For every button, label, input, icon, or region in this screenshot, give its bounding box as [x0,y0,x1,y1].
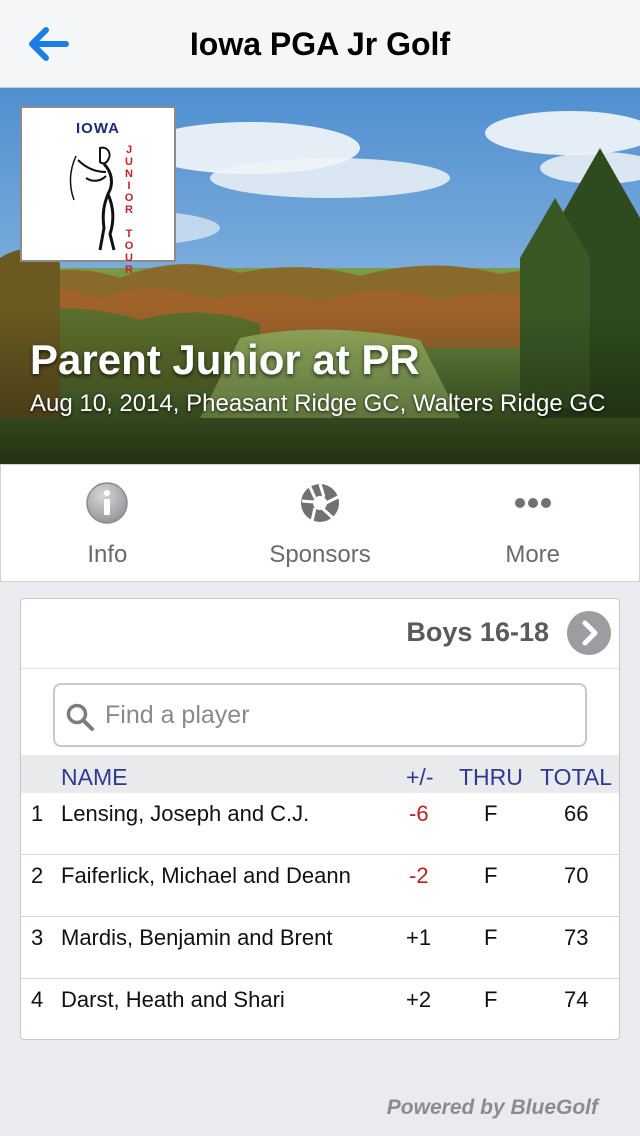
row-thru: F [484,987,498,1012]
row-total: 73 [564,925,589,950]
search-input[interactable] [105,693,575,737]
row-position: 3 [31,925,44,950]
logo-junior-tour-text: JUNIOR TOUR [124,144,134,276]
search-icon [66,703,94,731]
tab-info-label: Info [87,541,128,568]
row-to-par: -2 [409,863,429,888]
powered-by-text[interactable]: Powered by BlueGolf [387,1096,598,1120]
row-position: 1 [31,801,44,826]
row-to-par: -6 [409,801,429,826]
table-row[interactable]: 1 Lensing, Joseph and C.J. -6 F 66 [21,793,619,855]
row-total: 74 [564,987,589,1012]
row-thru: F [484,801,498,826]
table-row[interactable]: 4 Darst, Heath and Shari +2 F 74 [21,979,619,1039]
row-player-name: Lensing, Joseph and C.J. [61,801,310,826]
tab-more-label: More [505,541,561,568]
tab-more[interactable]: More [426,465,639,581]
logo-iowa-text: IOWA [76,120,120,137]
col-to-par[interactable]: +/- [406,764,433,791]
nav-bar: Iowa PGA Jr Golf [0,0,640,88]
col-thru[interactable]: THRU [459,764,523,791]
aperture-icon [301,483,339,522]
col-total[interactable]: TOTAL [540,764,612,791]
row-player-name: Faiferlick, Michael and Deann [61,863,351,888]
info-icon [86,482,129,524]
leaderboard-card: Boys 16-18 NAME +/- THRU TOTAL 1 Lensing… [20,598,620,1040]
row-position: 4 [31,987,44,1012]
tab-sponsors[interactable]: Sponsors [214,465,427,581]
table-header: NAME +/- THRU TOTAL [21,755,619,793]
row-player-name: Darst, Heath and Shari [61,987,285,1012]
division-label: Boys 16-18 [406,617,549,647]
row-total: 66 [564,801,589,826]
player-search[interactable] [53,683,587,747]
table-row[interactable]: 3 Mardis, Benjamin and Brent +1 F 73 [21,917,619,979]
tour-logo: IOWA JUNIOR TOUR [20,106,176,276]
row-position: 2 [31,863,44,888]
event-hero: IOWA JUNIOR TOUR Parent Junior at PR Aug… [0,88,640,464]
more-dots-icon [514,498,551,508]
col-name[interactable]: NAME [61,764,127,791]
chevron-right-icon[interactable] [567,611,611,655]
tab-info[interactable]: Info [1,465,214,581]
row-total: 70 [564,863,589,888]
table-row[interactable]: 2 Faiferlick, Michael and Deann -2 F 70 [21,855,619,917]
row-to-par: +1 [406,925,432,950]
tab-sponsors-label: Sponsors [269,541,371,568]
row-thru: F [484,863,498,888]
event-subtitle: Aug 10, 2014, Pheasant Ridge GC, Walters… [30,390,606,417]
nav-title: Iowa PGA Jr Golf [189,26,451,62]
division-selector[interactable]: Boys 16-18 [21,599,619,669]
event-title: Parent Junior at PR [30,336,420,383]
row-thru: F [484,925,498,950]
row-to-par: +2 [406,987,432,1012]
row-player-name: Mardis, Benjamin and Brent [61,925,333,950]
tab-bar: Info Sponsors More [0,464,640,582]
